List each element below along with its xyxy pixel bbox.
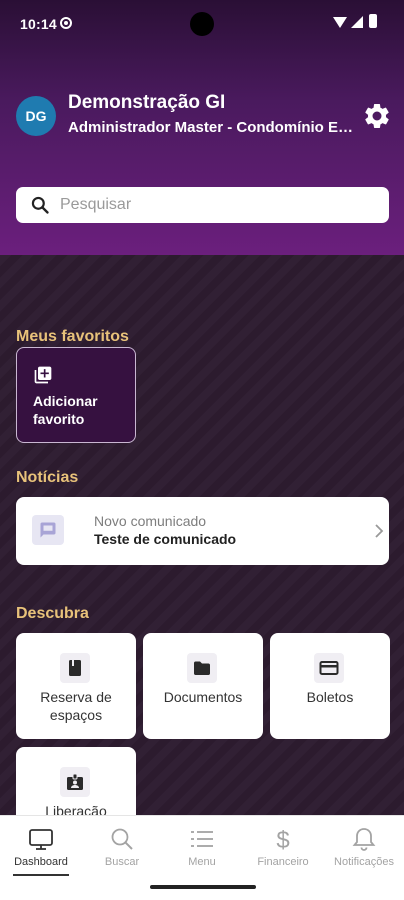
news-kicker: Novo comunicado xyxy=(94,513,207,529)
tile-label: Documentos xyxy=(163,689,243,705)
list-icon xyxy=(191,831,213,847)
gesture-handle[interactable] xyxy=(150,885,256,889)
id-badge-icon xyxy=(67,773,83,790)
search-input[interactable] xyxy=(60,196,360,214)
nav-label: Menu xyxy=(188,856,216,868)
magnifier-icon xyxy=(111,828,133,850)
news-item-title: Teste de comunicado xyxy=(94,531,237,547)
signal-icon xyxy=(351,16,363,28)
user-role: Administrador Master - Condomínio Exempl… xyxy=(68,119,360,136)
news-title: Notícias xyxy=(16,469,79,486)
tile-label: Reserva de espaços xyxy=(40,689,112,723)
avatar[interactable]: DG xyxy=(16,96,56,136)
gesture-area xyxy=(0,877,404,900)
camera-cutout xyxy=(190,12,214,36)
monitor-icon xyxy=(29,829,53,850)
active-tab-indicator xyxy=(13,874,69,876)
add-library-icon xyxy=(34,366,52,384)
nav-dashboard[interactable]: Dashboard xyxy=(1,816,81,878)
status-time: 10:14 xyxy=(20,16,57,32)
user-name: Demonstração GI xyxy=(68,92,226,113)
gear-icon xyxy=(365,103,389,128)
folder-icon xyxy=(194,661,210,675)
search-icon xyxy=(31,196,49,214)
search-bar[interactable] xyxy=(16,187,389,223)
nav-financeiro[interactable]: $ Financeiro xyxy=(243,816,323,878)
add-favorite-button[interactable]: Adicionar favorito xyxy=(16,347,136,443)
news-item[interactable]: Novo comunicado Teste de comunicado xyxy=(16,497,389,565)
nav-label: Dashboard xyxy=(14,856,68,868)
tile-boletos[interactable]: Boletos xyxy=(270,633,390,739)
add-favorite-label: Adicionar favorito xyxy=(33,393,98,427)
news-icon-box xyxy=(32,515,64,545)
wifi-icon xyxy=(333,17,347,28)
chevron-right-icon xyxy=(375,524,384,538)
bell-icon xyxy=(352,828,376,851)
nav-label: Financeiro xyxy=(257,856,309,868)
tile-documentos[interactable]: Documentos xyxy=(143,633,263,739)
book-icon xyxy=(69,660,81,676)
nav-notificacoes[interactable]: Notificações xyxy=(324,816,404,878)
card-icon xyxy=(319,661,339,675)
nav-menu[interactable]: Menu xyxy=(162,816,242,878)
battery-icon xyxy=(369,14,377,28)
nav-label: Buscar xyxy=(104,856,140,868)
tile-icon-box xyxy=(60,653,90,683)
tile-reserva-espacos[interactable]: Reserva de espaços xyxy=(16,633,136,739)
nav-label: Notificações xyxy=(334,856,394,868)
notification-dot-icon xyxy=(60,17,72,29)
svg-text:$: $ xyxy=(276,827,289,852)
nav-buscar[interactable]: Buscar xyxy=(82,816,162,878)
tile-icon-box xyxy=(314,653,344,683)
tile-icon-box xyxy=(187,653,217,683)
dollar-icon: $ xyxy=(276,827,289,852)
app-screen: 10:14 DG Demonstração GI Administrador M… xyxy=(0,0,404,900)
settings-button[interactable] xyxy=(362,101,392,131)
discover-title: Descubra xyxy=(16,605,89,622)
status-bar: 10:14 xyxy=(0,0,404,48)
bottom-nav: Dashboard Buscar Menu $ Financeiro Notif… xyxy=(0,815,404,877)
tile-icon-box xyxy=(60,767,90,797)
tile-label: Boletos xyxy=(306,689,354,705)
favorites-title: Meus favoritos xyxy=(16,328,129,345)
chat-bubble-icon xyxy=(40,522,56,538)
